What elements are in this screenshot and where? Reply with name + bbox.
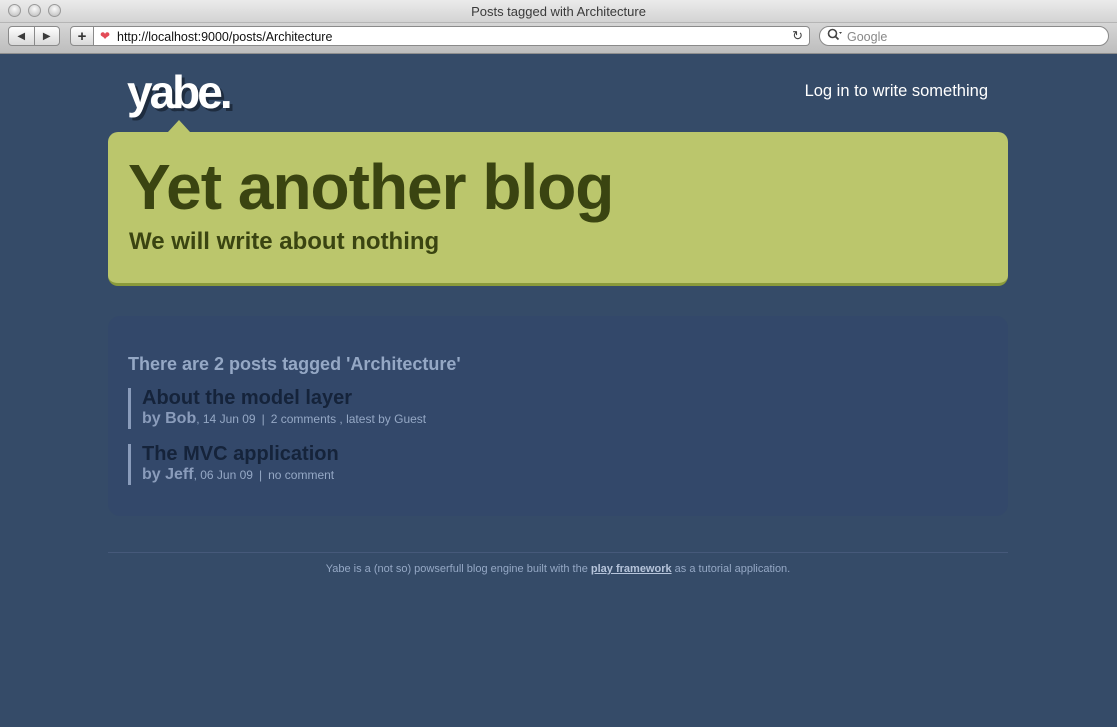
address-bar[interactable]: ❤ http://localhost:9000/posts/Architectu… [94, 26, 810, 46]
play-framework-link[interactable]: play framework [591, 563, 672, 575]
site-logo[interactable]: yabe. [127, 66, 233, 118]
main-content: There are 2 posts tagged 'Architecture' … [108, 316, 1008, 516]
login-link[interactable]: Log in to write something [805, 82, 988, 101]
blog-title: Yet another blog [128, 151, 614, 223]
blog-subtitle: We will write about nothing [129, 228, 440, 255]
footer-divider [108, 552, 1008, 553]
footer: Yabe is a (not so) powserfull blog engin… [108, 563, 1008, 575]
footer-text-before: Yabe is a (not so) powserfull blog engin… [325, 563, 591, 575]
comment-count: 2 comments [270, 412, 337, 426]
post-title-link[interactable]: The MVC application [142, 443, 339, 465]
browser-toolbar: ◀ ▶ + ❤ http://localhost:9000/posts/Arch… [0, 23, 1117, 54]
heart-icon: ❤ [100, 29, 111, 43]
nav-buttons: ◀ ▶ [8, 26, 60, 46]
post-title-link[interactable]: About the model layer [142, 387, 426, 409]
tag-heading: There are 2 posts tagged 'Architecture' [128, 354, 461, 374]
post-item: About the model layer by Bob, 14 Jun 09 |… [128, 387, 426, 429]
search-placeholder: Google [847, 30, 888, 44]
url-text[interactable]: http://localhost:9000/posts/Architecture [117, 30, 332, 44]
footer-text-after: as a tutorial application. [671, 563, 791, 575]
meta-separator: | [258, 468, 263, 482]
search-field[interactable]: Google [819, 26, 1109, 46]
post-date: , 14 Jun 09 [196, 412, 256, 426]
window-titlebar: Posts tagged with Architecture [0, 0, 1117, 23]
comment-count: no comment [268, 468, 335, 482]
post-item: The MVC application by Jeff, 06 Jun 09 | n… [128, 443, 339, 485]
post-metadata: by Bob, 14 Jun 09 | 2 comments , latest by… [142, 409, 426, 429]
post-date: , 06 Jun 09 [193, 468, 253, 482]
post-author: by Bob [142, 410, 197, 427]
blog-banner: Yet another blog We will write about not… [108, 132, 1008, 286]
post-author: by Jeff [142, 466, 194, 483]
latest-commenter: , latest by Guest [336, 412, 427, 426]
banner-pointer [168, 120, 190, 132]
forward-button[interactable]: ▶ [33, 27, 60, 45]
back-button[interactable]: ◀ [9, 27, 34, 45]
reload-icon[interactable]: ↻ [792, 28, 803, 44]
meta-separator: | [261, 412, 265, 426]
post-metadata: by Jeff, 06 Jun 09 | no comment [142, 465, 339, 485]
window-title: Posts tagged with Architecture [471, 4, 646, 19]
add-bookmark-button[interactable]: + [70, 26, 94, 46]
search-icon [827, 28, 843, 45]
